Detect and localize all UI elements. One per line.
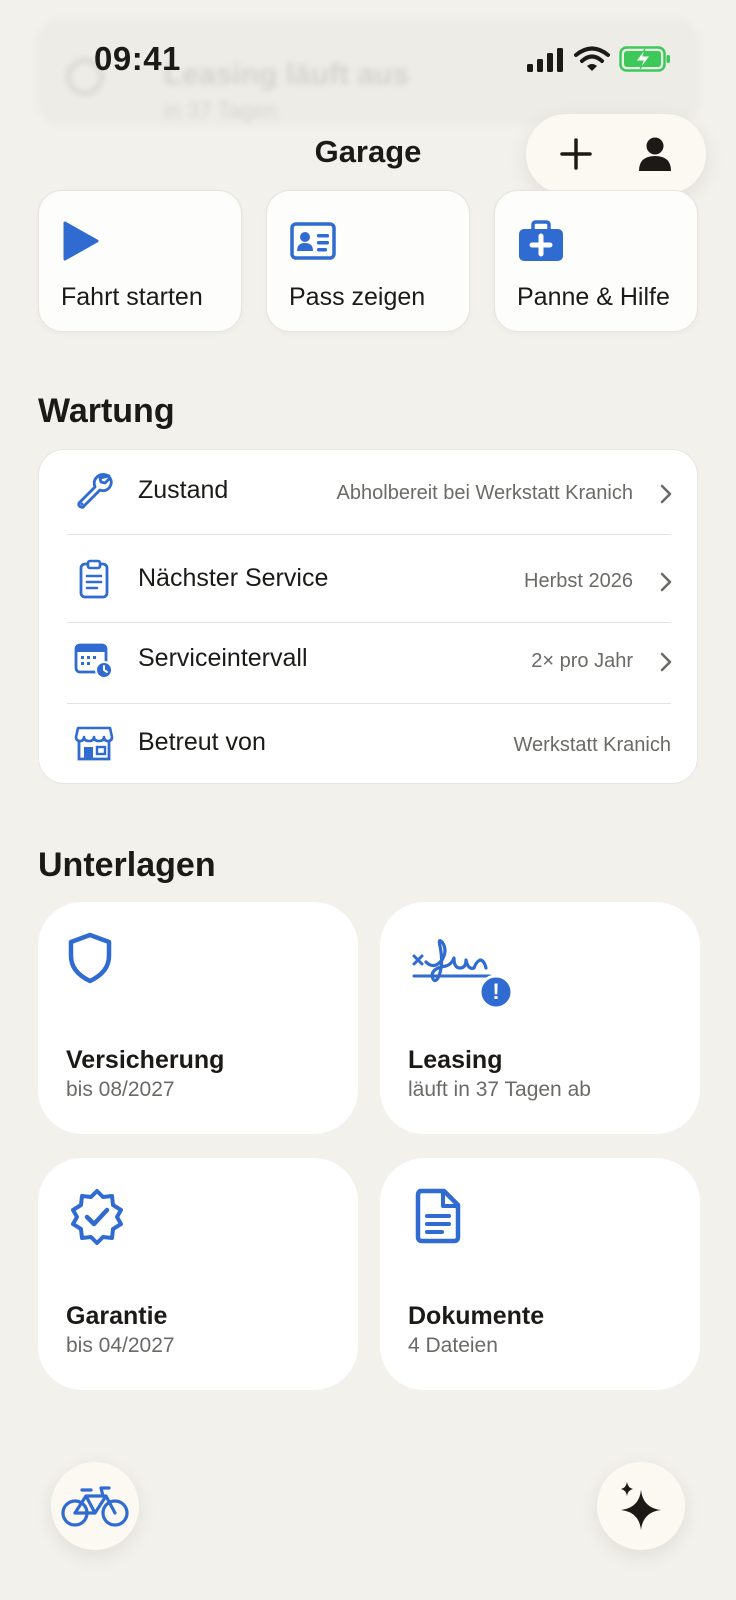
quick-action-breakdown-help[interactable]: Panne & Hilfe: [494, 190, 698, 332]
first-aid-kit-icon: [519, 220, 563, 261]
quick-action-label: Fahrt starten: [61, 283, 203, 311]
row-divider: [67, 534, 671, 535]
person-icon: [639, 137, 671, 171]
calendar-clock-icon: [74, 643, 113, 679]
tile-leasing[interactable]: ! Leasing läuft in 37 Tagen ab: [380, 902, 700, 1134]
tile-subtitle: bis 08/2027: [66, 1078, 175, 1101]
assistant-button[interactable]: [597, 1462, 685, 1550]
tile-warranty[interactable]: Garantie bis 04/2027: [38, 1158, 358, 1390]
bicycle-icon: [61, 1486, 129, 1527]
shield-icon: [68, 932, 112, 984]
tile-title: Dokumente: [408, 1302, 545, 1330]
verified-badge-icon: [71, 1189, 123, 1245]
add-button[interactable]: [546, 124, 606, 184]
play-icon: [63, 221, 99, 261]
section-title-documents: Unterlagen: [38, 846, 216, 884]
row-value: Herbst 2026: [524, 570, 633, 592]
id-card-icon: [290, 222, 336, 260]
row-value: Abholbereit bei Werkstatt Kranich: [336, 482, 633, 504]
document-icon: [415, 1188, 461, 1244]
wrench-icon: [77, 473, 113, 509]
battery-charging-icon: [619, 46, 670, 72]
maintenance-row-interval[interactable]: Serviceintervall 2× pro Jahr: [39, 618, 699, 702]
maintenance-list: Zustand Abholbereit bei Werkstatt Kranic…: [38, 449, 698, 784]
maintenance-row-condition[interactable]: Zustand Abholbereit bei Werkstatt Kranic…: [39, 450, 699, 534]
tile-title: Versicherung: [66, 1046, 225, 1074]
maintenance-row-serviced-by: Betreut von Werkstatt Kranich: [39, 702, 699, 786]
section-title-maintenance: Wartung: [38, 392, 175, 430]
quick-action-show-pass[interactable]: Pass zeigen: [266, 190, 470, 332]
chevron-right-icon: [660, 572, 672, 592]
cellular-signal-icon: [527, 48, 563, 72]
profile-button[interactable]: [625, 124, 685, 184]
clipboard-icon: [79, 559, 109, 599]
tile-documents[interactable]: Dokumente 4 Dateien: [380, 1158, 700, 1390]
storefront-icon: [74, 726, 114, 761]
plus-icon: [560, 138, 592, 170]
tile-subtitle: 4 Dateien: [408, 1334, 498, 1357]
status-time: 09:41: [94, 40, 181, 77]
row-label: Serviceintervall: [138, 644, 308, 672]
quick-action-start-ride[interactable]: Fahrt starten: [38, 190, 242, 332]
header-actions: [526, 114, 706, 194]
bike-button[interactable]: [51, 1462, 139, 1550]
row-label: Betreut von: [138, 728, 266, 756]
row-value: 2× pro Jahr: [531, 650, 633, 672]
tile-subtitle: läuft in 37 Tagen ab: [408, 1078, 591, 1101]
row-label: Nächster Service: [138, 564, 329, 592]
maintenance-row-next-service[interactable]: Nächster Service Herbst 2026: [39, 538, 699, 622]
sparkles-icon: [621, 1482, 661, 1530]
tile-title: Leasing: [408, 1046, 503, 1074]
status-bar: 09:41: [0, 0, 736, 120]
row-value: Werkstatt Kranich: [513, 734, 671, 756]
tile-insurance[interactable]: Versicherung bis 08/2027: [38, 902, 358, 1134]
quick-action-label: Pass zeigen: [289, 283, 426, 311]
wifi-icon: [574, 46, 610, 71]
chevron-right-icon: [660, 484, 672, 504]
quick-action-label: Panne & Hilfe: [517, 283, 670, 311]
tile-subtitle: bis 04/2027: [66, 1334, 175, 1357]
row-label: Zustand: [138, 476, 229, 504]
chevron-right-icon: [660, 652, 672, 672]
tile-title: Garantie: [66, 1302, 168, 1330]
attention-badge: !: [492, 979, 500, 1004]
